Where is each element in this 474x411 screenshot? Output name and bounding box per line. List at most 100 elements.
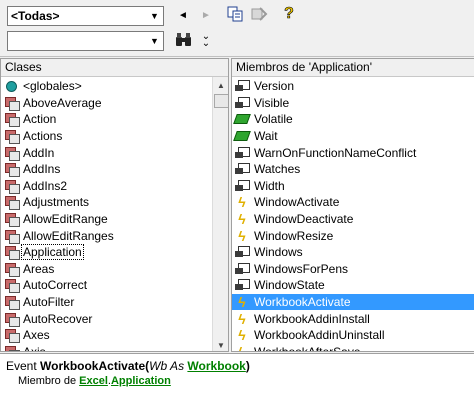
member-list-item[interactable]: ϟ WindowResize <box>232 227 474 244</box>
library-link[interactable]: Excel <box>79 375 108 387</box>
class-list-item[interactable]: AllowEditRanges <box>1 227 212 244</box>
toggle-search-results-button[interactable]: ⌄ ⌄ <box>199 31 213 49</box>
class-icon <box>4 196 20 211</box>
row-icon <box>234 96 250 110</box>
back-button[interactable]: ◄ <box>176 8 190 22</box>
row-label: AddIns2 <box>23 178 68 193</box>
member-list-item[interactable]: WindowState <box>232 277 474 294</box>
class-icon <box>4 345 20 351</box>
member-list-item[interactable]: Volatile <box>232 111 474 128</box>
class-list-item[interactable]: AddIns2 <box>1 178 212 195</box>
class-list-item[interactable]: AutoFilter <box>1 294 212 311</box>
row-icon <box>234 162 250 176</box>
double-chevron-down-icon: ⌄ ⌄ <box>201 31 211 49</box>
event-icon: ϟ <box>238 327 246 344</box>
scroll-down-icon[interactable]: ▼ <box>213 337 228 351</box>
member-list-item[interactable]: Visible <box>232 95 474 112</box>
class-list-item[interactable]: Areas <box>1 261 212 278</box>
forward-button[interactable]: ► <box>199 8 213 22</box>
event-icon: ϟ <box>238 194 246 211</box>
row-icon <box>3 312 20 327</box>
member-list-item[interactable]: ϟ WindowActivate <box>232 194 474 211</box>
member-list-item[interactable]: ϟ WorkbookActivate <box>232 293 474 311</box>
help-button[interactable]: ? <box>281 5 297 23</box>
row-label: Windows <box>254 245 303 260</box>
member-list-item[interactable]: Windows <box>232 244 474 261</box>
row-label: WindowsForPens <box>254 261 349 276</box>
class-list-item[interactable]: AddIns <box>1 161 212 178</box>
member-list-item[interactable]: Wait <box>232 128 474 145</box>
row-label: AllowEditRanges <box>23 228 114 243</box>
row-icon <box>3 162 20 178</box>
member-list-item[interactable]: ϟ WindowDeactivate <box>232 211 474 228</box>
members-list[interactable]: Version Visible Volatile Wait WarnOnFunction… <box>232 78 474 352</box>
method-icon <box>233 131 251 142</box>
member-of-line: Miembro de Excel.Application <box>18 375 171 387</box>
row-label: Actions <box>23 129 63 144</box>
members-pane: Miembros de 'Application' Version Visible… <box>231 58 474 352</box>
class-list-item[interactable]: <globales> <box>1 78 212 95</box>
row-icon <box>3 179 20 194</box>
chevron-down-icon[interactable]: ▼ <box>146 32 163 50</box>
row-icon <box>234 179 250 193</box>
class-list-item[interactable]: Action <box>1 111 212 128</box>
class-icon <box>4 329 20 344</box>
member-list-item[interactable]: Width <box>232 178 474 195</box>
property-icon <box>235 179 250 192</box>
copy-to-clipboard-button[interactable] <box>227 6 245 22</box>
class-list-item[interactable]: AutoCorrect <box>1 277 212 294</box>
search-button[interactable] <box>174 31 194 49</box>
classes-pane: Clases <globales> AboveAverage Action Actio… <box>0 58 229 352</box>
row-label: Axes <box>23 328 50 343</box>
scroll-up-icon[interactable]: ▲ <box>213 77 228 93</box>
class-icon <box>4 113 20 128</box>
class-link[interactable]: Application <box>111 375 171 387</box>
row-icon <box>3 229 20 244</box>
scroll-thumb[interactable] <box>214 94 228 108</box>
member-list-item[interactable]: Watches <box>232 161 474 178</box>
member-list-item[interactable]: ϟ WorkbookAfterSave <box>232 344 474 352</box>
classes-list[interactable]: <globales> AboveAverage Action Actions AddIn… <box>1 78 212 351</box>
chevron-down-icon[interactable]: ▼ <box>146 7 163 25</box>
class-list-item[interactable]: Axes <box>1 327 212 344</box>
class-list-item[interactable]: AddIn <box>1 144 212 161</box>
member-list-item[interactable]: ϟ WorkbookAddinUninstall <box>232 327 474 344</box>
row-label: WorkbookAfterSave <box>254 344 361 352</box>
library-select[interactable]: <Todas> ▼ <box>7 6 164 26</box>
row-label: Version <box>254 79 295 94</box>
member-list-item[interactable]: Version <box>232 78 474 95</box>
member-list-item[interactable]: WindowsForPens <box>232 261 474 278</box>
view-definition-icon <box>251 7 268 21</box>
class-list-item[interactable]: AutoRecover <box>1 310 212 327</box>
row-icon <box>234 278 250 292</box>
class-icon <box>4 213 20 228</box>
search-combo[interactable]: ▼ <box>7 31 164 51</box>
row-label: WindowActivate <box>254 195 340 210</box>
class-list-item[interactable]: Actions <box>1 128 212 145</box>
forward-arrow-icon: ► <box>201 9 211 21</box>
classes-scrollbar[interactable]: ▲ ▼ <box>212 77 228 351</box>
row-icon <box>234 79 250 93</box>
param-type-link[interactable]: Workbook <box>187 359 245 373</box>
class-list-item[interactable]: Adjustments <box>1 194 212 211</box>
member-list-item[interactable]: WarnOnFunctionNameConflict <box>232 144 474 161</box>
class-list-item[interactable]: Application <box>1 244 212 261</box>
row-icon <box>3 79 19 93</box>
property-icon <box>235 246 250 258</box>
member-of-label: Miembro de <box>18 375 80 387</box>
method-icon <box>233 114 251 125</box>
row-icon: ϟ <box>234 295 250 309</box>
row-icon: ϟ <box>234 345 250 351</box>
member-list-item[interactable]: ϟ WorkbookAddinInstall <box>232 310 474 327</box>
row-label: AllowEditRange <box>23 212 108 227</box>
class-list-item[interactable]: Axis <box>1 344 212 351</box>
class-icon <box>4 312 20 327</box>
class-list-item[interactable]: AboveAverage <box>1 95 212 112</box>
row-icon: ϟ <box>234 195 250 209</box>
class-list-item[interactable]: AllowEditRange <box>1 211 212 228</box>
view-definition-button[interactable] <box>250 6 268 22</box>
row-label: Visible <box>254 95 290 110</box>
row-label: Watches <box>254 162 301 177</box>
row-icon <box>3 129 20 145</box>
row-icon <box>3 262 20 277</box>
